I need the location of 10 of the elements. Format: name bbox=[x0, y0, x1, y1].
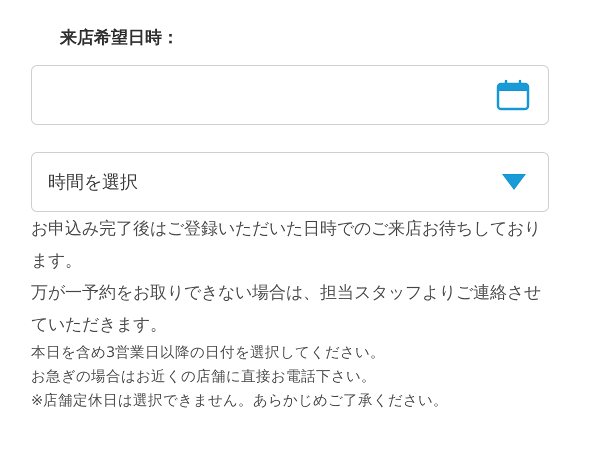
field-label: 来店希望日時： bbox=[60, 27, 179, 50]
notice-text: お急ぎの場合はお近くの店舗に直接お電話下さい。 bbox=[31, 368, 377, 387]
time-select[interactable]: 時間を選択 bbox=[31, 152, 549, 212]
notice-text: 本日を含め3営業日以降の日付を選択してください。 bbox=[31, 344, 386, 363]
notice-text: お申込み完了後はご登録いただいた日時でのご来店お待ちしております。 bbox=[31, 218, 542, 273]
dropdown-caret-icon bbox=[502, 174, 526, 190]
calendar-icon[interactable] bbox=[496, 79, 530, 111]
notice-text: ※店舗定休日は選択できません。あらかじめご了承ください。 bbox=[31, 392, 450, 411]
notice-text: 万が一予約をお取りできない場合は、担当スタッフよりご連絡させていただきます。 bbox=[31, 282, 542, 337]
date-field[interactable] bbox=[31, 65, 549, 125]
